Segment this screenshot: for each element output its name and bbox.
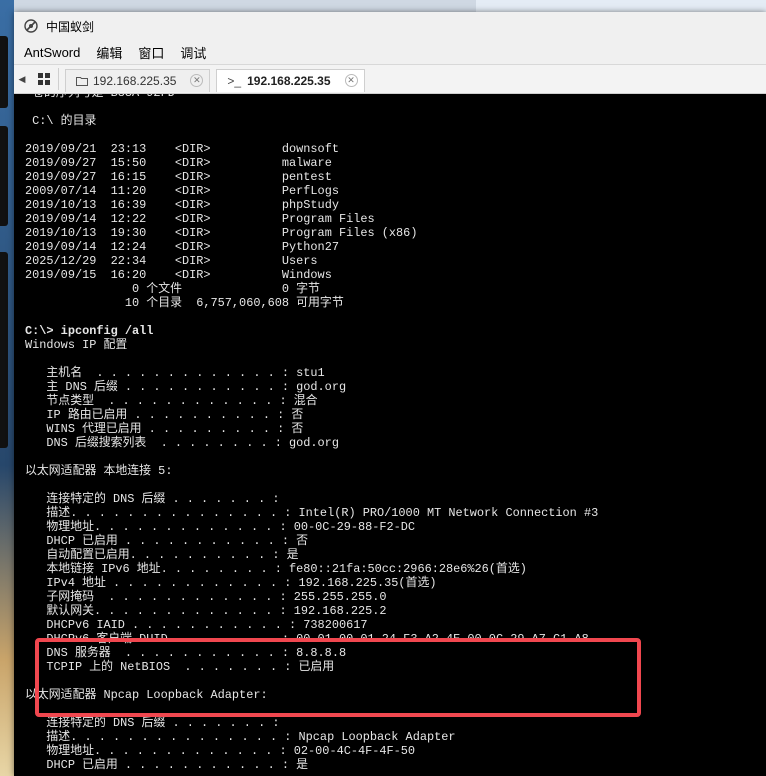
terminal-line: DNS 服务器 . . . . . . . . . . . : 8.8.8.8 — [25, 646, 347, 660]
terminal-line: IPv4 地址 . . . . . . . . . . . . : 192.16… — [25, 576, 437, 590]
terminal-line: 物理地址. . . . . . . . . . . . . : 02-00-4C… — [25, 744, 416, 758]
terminal-line: 描述. . . . . . . . . . . . . . . : Intel(… — [25, 506, 599, 520]
title-bar: 中国蚁剑 — [14, 12, 766, 40]
terminal-line: 主机名 . . . . . . . . . . . . . : stu1 — [25, 366, 325, 380]
terminal-line: 自动配置已启用. . . . . . . . . . : 是 — [25, 548, 299, 562]
desktop-background-right — [476, 0, 766, 12]
terminal-line: C:\ 的目录 — [25, 114, 97, 128]
terminal-output[interactable]: 卷的序列号是 B83A-92FD C:\ 的目录2019/09/21 23:13… — [14, 94, 766, 776]
window-title: 中国蚁剑 — [46, 19, 95, 34]
terminal-line: DHCP 已启用 . . . . . . . . . . . : 否 — [25, 534, 309, 548]
terminal-line: 连接特定的 DNS 后缀 . . . . . . . : — [25, 492, 280, 506]
terminal-line: 2009/07/14 11:20 <DIR> PerfLogs — [25, 184, 339, 198]
antsword-icon — [24, 19, 38, 33]
terminal-line: 以太网适配器 本地连接 5: — [25, 464, 173, 478]
terminal-line: 10 个目录 6,757,060,608 可用字节 — [25, 296, 344, 310]
terminal-line: 2019/09/15 16:20 <DIR> Windows — [25, 268, 332, 282]
terminal-line: 2019/09/27 15:50 <DIR> malware — [25, 156, 332, 170]
terminal-line: 默认网关. . . . . . . . . . . . . : 192.168.… — [25, 604, 387, 618]
terminal-line: C:\> ipconfig /all — [25, 324, 154, 338]
terminal-line: IP 路由已启用 . . . . . . . . . . : 否 — [25, 408, 304, 422]
terminal-line: 2019/09/14 12:24 <DIR> Python27 — [25, 240, 339, 254]
terminal-line: 以太网适配器 Npcap Loopback Adapter: — [25, 688, 268, 702]
menu-antsword[interactable]: AntSword — [14, 45, 86, 60]
terminal-line: Windows IP 配置 — [25, 338, 128, 352]
terminal-line: DHCP 已启用 . . . . . . . . . . . : 是 — [25, 758, 309, 772]
menu-debug[interactable]: 调试 — [170, 43, 212, 62]
tab-label: 192.168.225.35 — [93, 73, 177, 88]
menu-window[interactable]: 窗口 — [128, 43, 170, 62]
folder-icon — [76, 76, 88, 86]
tab-terminal[interactable]: >_ 192.168.225.35 ✕ — [216, 68, 365, 92]
terminal-text: 卷的序列号是 B83A-92FD C:\ 的目录2019/09/21 23:13… — [25, 94, 598, 772]
terminal-line: 2019/10/13 16:39 <DIR> phpStudy — [25, 198, 339, 212]
terminal-line: 本地链接 IPv6 地址. . . . . . . . : fe80::21fa… — [25, 562, 527, 576]
desktop-edge — [0, 0, 14, 776]
terminal-line: DHCPv6 IAID . . . . . . . . . . . : 7382… — [25, 618, 368, 632]
terminal-line: 子网掩码 . . . . . . . . . . . . : 255.255.2… — [25, 590, 387, 604]
terminal-line: 描述. . . . . . . . . . . . . . . : Npcap … — [25, 730, 456, 744]
terminal-line: WINS 代理已启用 . . . . . . . . . : 否 — [25, 422, 304, 436]
tab-label: 192.168.225.35 — [247, 73, 331, 88]
menu-bar: AntSword 编辑 窗口 调试 — [14, 40, 766, 64]
terminal-line: 2019/10/13 19:30 <DIR> Program Files (x8… — [25, 226, 418, 240]
close-icon[interactable]: ✕ — [190, 74, 204, 87]
terminal-line: 2019/09/27 16:15 <DIR> pentest — [25, 170, 332, 184]
close-icon[interactable]: ✕ — [344, 74, 358, 87]
terminal-icon: >_ — [227, 73, 242, 88]
tab-scroll-left-icon[interactable]: ◀ — [14, 74, 30, 85]
terminal-line: 0 个文件 0 字节 — [25, 282, 320, 296]
menu-edit[interactable]: 编辑 — [86, 43, 128, 62]
antsword-window: 中国蚁剑 AntSword 编辑 窗口 调试 ◀ 192.168.225.35 … — [14, 12, 766, 776]
terminal-line: 2019/09/14 12:22 <DIR> Program Files — [25, 212, 375, 226]
terminal-line: DNS 后缀搜索列表 . . . . . . . . : god.org — [25, 436, 339, 450]
terminal-line: 连接特定的 DNS 后缀 . . . . . . . : — [25, 716, 280, 730]
terminal-line: 物理地址. . . . . . . . . . . . . : 00-0C-29… — [25, 520, 416, 534]
tab-file-manager[interactable]: 192.168.225.35 ✕ — [65, 68, 211, 92]
terminal-line: 主 DNS 后缀 . . . . . . . . . . . : god.org — [25, 380, 347, 394]
terminal-line: DHCPv6 客户端 DUID . . . . . . . : 00-01-00… — [25, 632, 589, 646]
terminal-line: 2025/12/29 22:34 <DIR> Users — [25, 254, 318, 268]
terminal-line: TCPIP 上的 NetBIOS . . . . . . . : 已启用 — [25, 660, 335, 674]
tab-bar: ◀ 192.168.225.35 ✕ >_ 192.168.225.35 ✕ — [14, 64, 766, 94]
grid-icon[interactable] — [30, 68, 59, 90]
terminal-line: 节点类型 . . . . . . . . . . . . : 混合 — [25, 394, 318, 408]
terminal-line: 2019/09/21 23:13 <DIR> downsoft — [25, 142, 339, 156]
